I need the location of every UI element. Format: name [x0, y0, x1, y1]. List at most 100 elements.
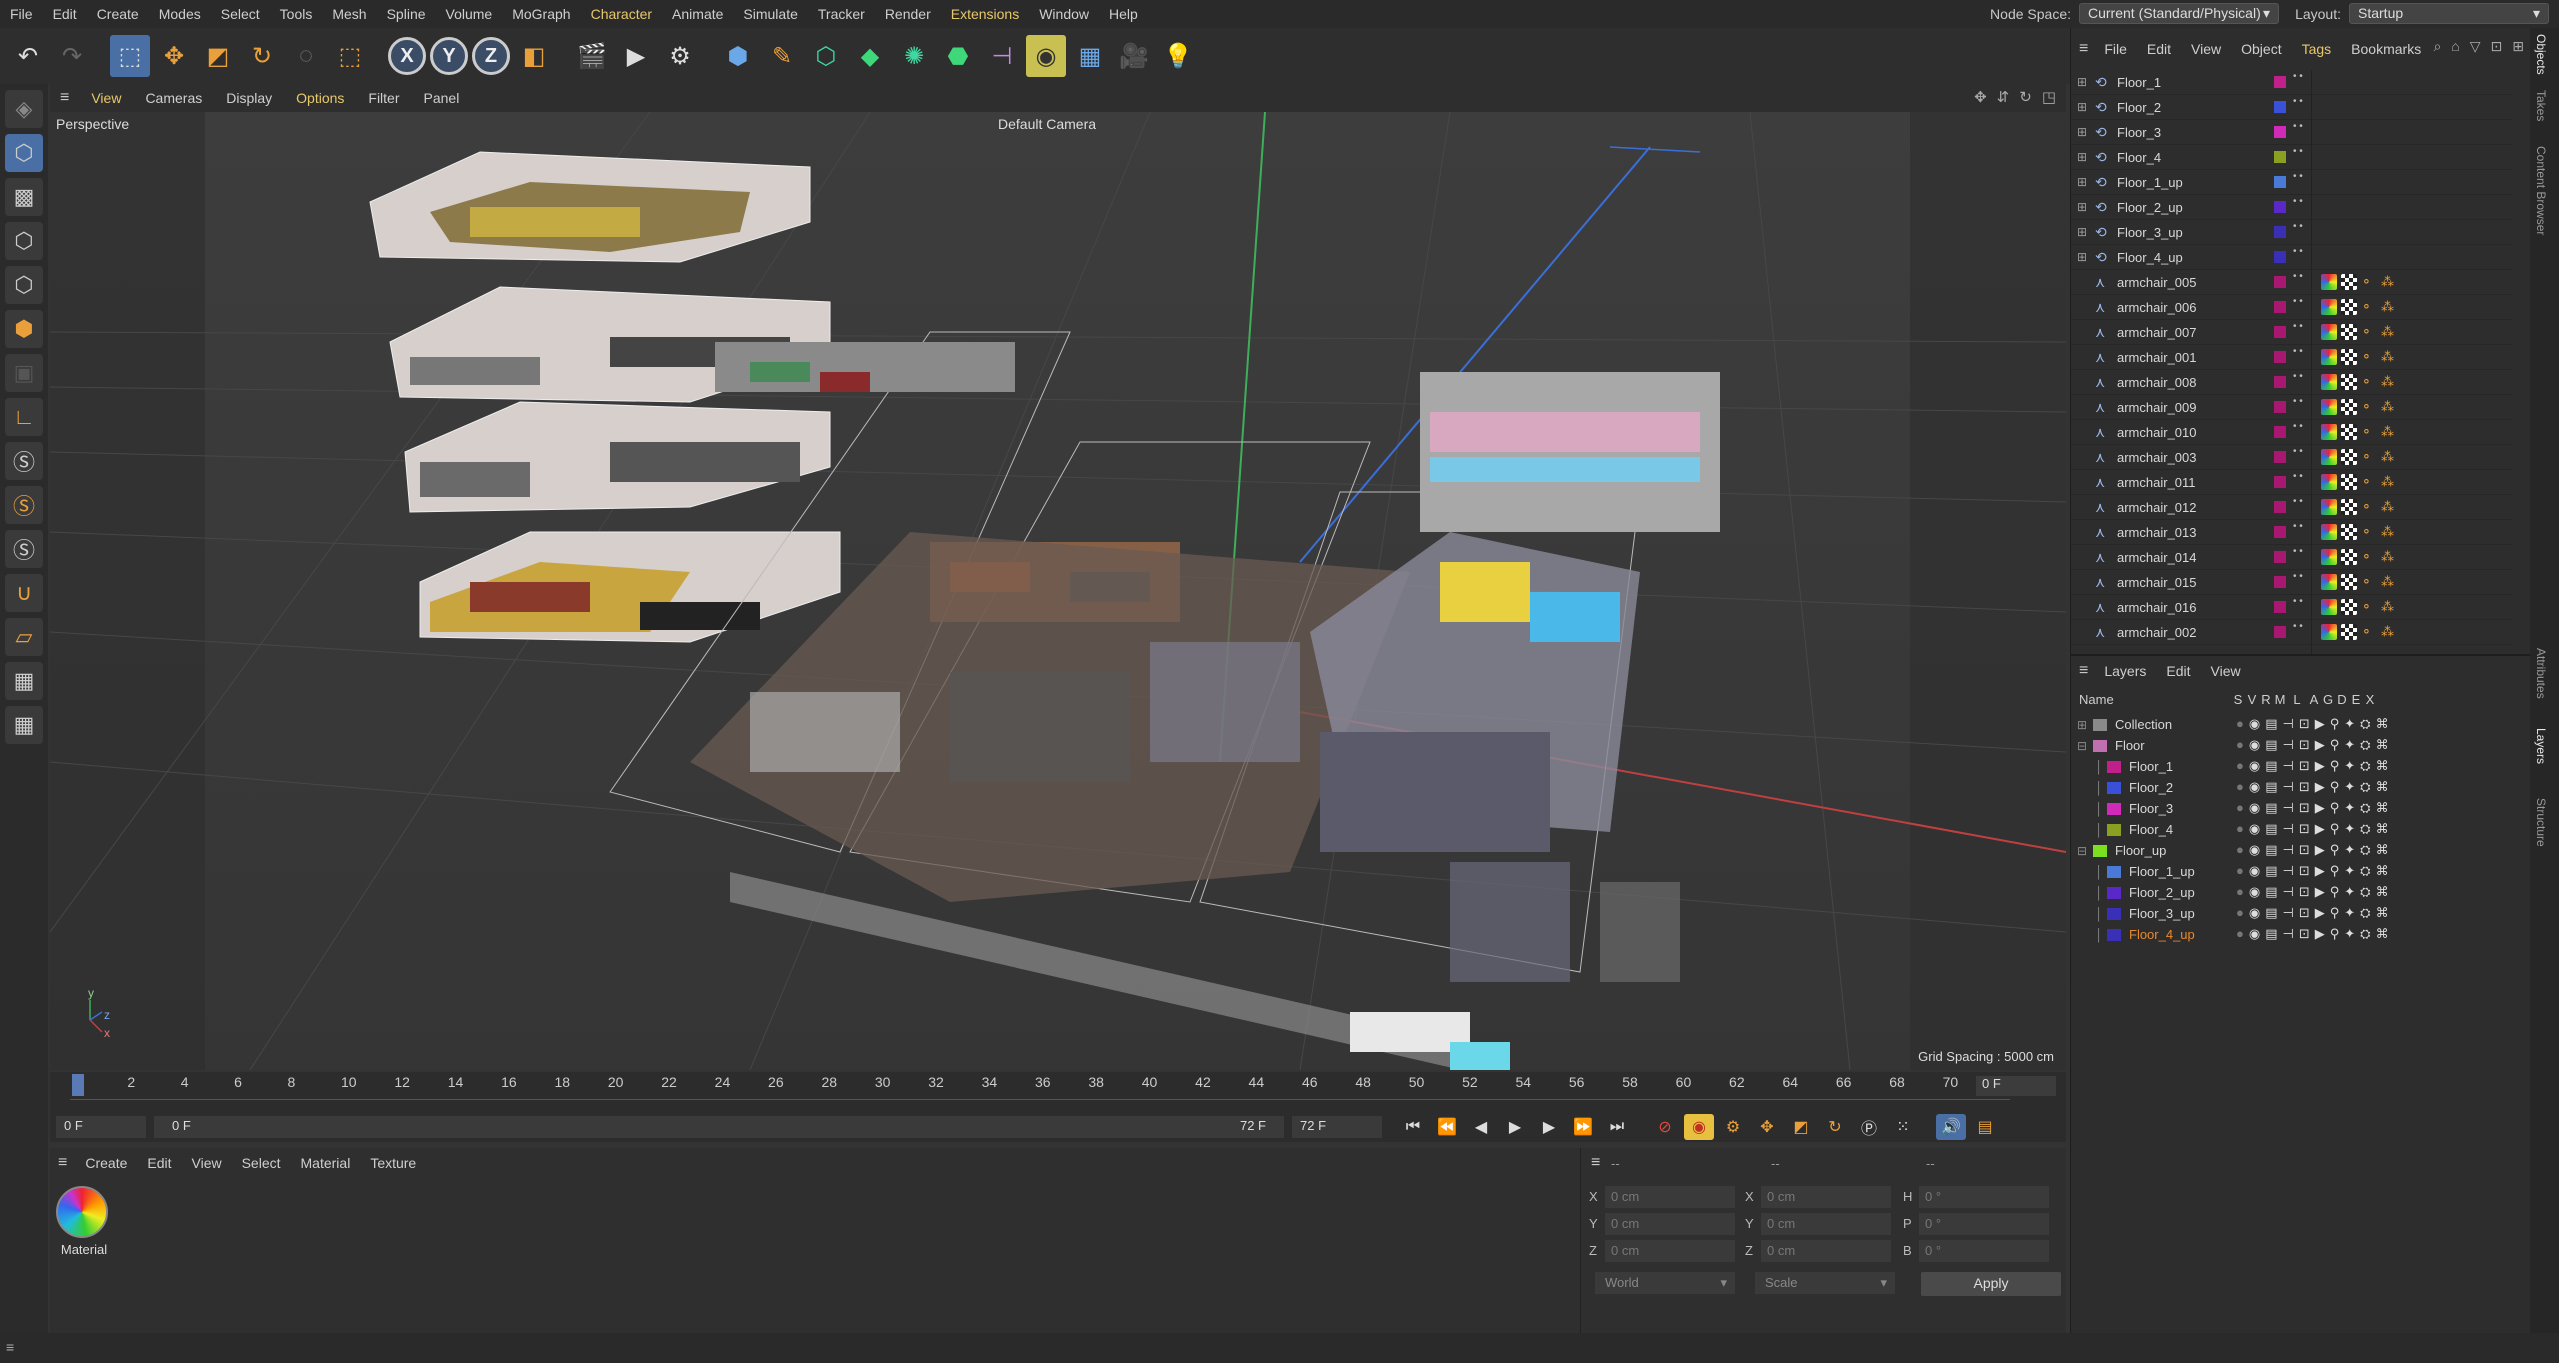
phong-tag-icon[interactable]: ⚬ [2361, 474, 2377, 490]
menu-edit[interactable]: Edit [43, 6, 87, 22]
previous-frame-icon[interactable]: ◀ [1466, 1114, 1496, 1140]
keyframe-selection-icon[interactable]: ⚙ [1718, 1114, 1748, 1140]
layer-color-swatch[interactable] [2274, 501, 2286, 513]
deformer-icon[interactable]: ✦ [2344, 884, 2355, 900]
eye-icon[interactable]: ◉ [2249, 800, 2260, 816]
xref-icon[interactable]: ⌘ [2376, 863, 2389, 879]
z-axis-lock-button[interactable]: Z [472, 37, 510, 75]
layer-row[interactable]: │ Floor_3 ● ◉ ▤ ⊣ ⊡ ▶ ⚲ ✦ ⛭ ⌘ [2071, 798, 2531, 819]
object-row[interactable]: ⋏ armchair_006 • • ⚬ ⁂ [2071, 295, 2513, 320]
texture-tag-icon[interactable]: ⁂ [2381, 349, 2397, 365]
material-tag-icon[interactable] [2321, 324, 2337, 340]
layer-name[interactable]: Floor_3_up [2129, 906, 2195, 921]
recent-tool-icon[interactable]: ◌ [286, 35, 326, 77]
3d-viewport[interactable]: Perspective Default Camera y z x Grid Sp… [50, 112, 2066, 1070]
manager-icon[interactable]: ⊣ [2283, 884, 2294, 900]
material-tag-icon[interactable] [2321, 574, 2337, 590]
material-menu-texture[interactable]: Texture [360, 1155, 426, 1171]
xref-icon[interactable]: ⌘ [2376, 758, 2389, 774]
layer-color-swatch[interactable] [2274, 476, 2286, 488]
solo-icon[interactable]: ● [2236, 821, 2244, 837]
uv-mode-icon[interactable]: ▣ [5, 354, 43, 392]
deformer-icon[interactable]: ✦ [2344, 716, 2355, 732]
visibility-dots-icon[interactable]: • • [2293, 472, 2303, 482]
object-menu-file[interactable]: File [2094, 41, 2137, 57]
manager-icon[interactable]: ⊣ [2283, 926, 2294, 942]
key-position-icon[interactable]: ✥ [1752, 1114, 1782, 1140]
viewport-menu-panel[interactable]: Panel [412, 90, 472, 106]
material-tag-icon[interactable] [2321, 624, 2337, 640]
model-mode-icon[interactable]: ◈ [5, 90, 43, 128]
layer-color-swatch[interactable] [2274, 526, 2286, 538]
layer-color-swatch[interactable] [2274, 576, 2286, 588]
quantize-icon[interactable]: ▦ [5, 706, 43, 744]
object-name[interactable]: armchair_002 [2117, 625, 2267, 640]
object-name[interactable]: Floor_3 [2117, 125, 2267, 140]
extrude-icon[interactable]: ◆ [850, 35, 890, 77]
texture-mode-icon[interactable]: ▩ [5, 178, 43, 216]
object-row[interactable]: ⋏ armchair_009 • • ⚬ ⁂ [2071, 395, 2513, 420]
coord-value-field[interactable]: 0 cm [1761, 1186, 1891, 1208]
eye-icon[interactable]: ◉ [2249, 737, 2260, 753]
expression-icon[interactable]: ⛭ [2360, 884, 2370, 900]
animation-icon[interactable]: ▶ [2315, 884, 2325, 900]
solo-icon[interactable]: ● [2236, 758, 2244, 774]
object-name[interactable]: armchair_015 [2117, 575, 2267, 590]
cloner-icon[interactable]: ✺ [894, 35, 934, 77]
x-axis-lock-button[interactable]: X [388, 37, 426, 75]
object-mode-icon[interactable]: ⬡ [5, 134, 43, 172]
layer-column-header[interactable]: S [2231, 692, 2245, 707]
selection-filter-icon[interactable]: ⬚ [330, 35, 370, 77]
menu-window[interactable]: Window [1029, 6, 1099, 22]
visibility-dots-icon[interactable]: • • [2293, 547, 2303, 557]
point-mode-icon[interactable]: ⬡ [5, 222, 43, 260]
move-icon[interactable]: ✥ [154, 35, 194, 77]
object-row[interactable]: ⋏ armchair_005 • • ⚬ ⁂ [2071, 270, 2513, 295]
texture-tag-icon[interactable]: ⁂ [2381, 524, 2397, 540]
texture-tag-icon[interactable]: ⁂ [2381, 624, 2397, 640]
scale-icon[interactable]: ◩ [198, 35, 238, 77]
expand-icon[interactable]: ⊟ [2077, 739, 2093, 753]
animation-icon[interactable]: ▶ [2315, 905, 2325, 921]
workplane-icon[interactable]: ▱ [5, 618, 43, 656]
object-menu-view[interactable]: View [2181, 41, 2231, 57]
layer-row[interactable]: │ Floor_2 ● ◉ ▤ ⊣ ⊡ ▶ ⚲ ✦ ⛭ ⌘ [2071, 777, 2531, 798]
visibility-dots-icon[interactable]: • • [2293, 522, 2303, 532]
coord-value-field[interactable]: 0 cm [1761, 1240, 1891, 1262]
phong-tag-icon[interactable]: ⚬ [2361, 324, 2377, 340]
lock-icon[interactable]: ⊡ [2299, 863, 2310, 879]
expand-icon[interactable]: ⊞ [2077, 175, 2091, 189]
visibility-dots-icon[interactable]: • • [2293, 422, 2303, 432]
object-name[interactable]: armchair_016 [2117, 600, 2267, 615]
autokey-icon[interactable]: ◉ [1684, 1114, 1714, 1140]
eye-icon[interactable]: ◉ [2249, 842, 2260, 858]
generator-icon[interactable]: ⚲ [2330, 842, 2340, 858]
animation-icon[interactable]: ▶ [2315, 779, 2325, 795]
lock-icon[interactable]: ⊡ [2299, 884, 2310, 900]
object-name[interactable]: armchair_003 [2117, 450, 2267, 465]
expand-icon[interactable]: ⊞ [2077, 250, 2091, 264]
record-off-icon[interactable]: ⊘ [1650, 1114, 1680, 1140]
phong-tag-icon[interactable]: ⚬ [2361, 299, 2377, 315]
uvw-tag-icon[interactable] [2341, 274, 2357, 290]
layer-column-header[interactable]: V [2245, 692, 2259, 707]
side-tab-takes[interactable]: Takes [2534, 90, 2548, 121]
lock-icon[interactable]: ⊡ [2299, 716, 2310, 732]
manager-icon[interactable]: ⊣ [2283, 800, 2294, 816]
toggle-view-icon[interactable]: ◳ [2042, 88, 2056, 106]
texture-tag-icon[interactable]: ⁂ [2381, 474, 2397, 490]
menu-render[interactable]: Render [875, 6, 941, 22]
expression-icon[interactable]: ⛭ [2360, 905, 2370, 921]
deformer-icon[interactable]: ✦ [2344, 842, 2355, 858]
object-row[interactable]: ⋏ armchair_010 • • ⚬ ⁂ [2071, 420, 2513, 445]
object-name[interactable]: armchair_014 [2117, 550, 2267, 565]
solo-icon[interactable]: ● [2236, 884, 2244, 900]
layer-name[interactable]: Floor [2115, 738, 2145, 753]
menu-file[interactable]: File [0, 6, 43, 22]
generator-icon[interactable]: ⚲ [2330, 716, 2340, 732]
render-icon[interactable]: ▤ [2265, 779, 2277, 795]
material-tag-icon[interactable] [2321, 349, 2337, 365]
layer-color-swatch[interactable] [2093, 739, 2107, 752]
material-name[interactable]: Material [54, 1242, 114, 1257]
material-tag-icon[interactable] [2321, 599, 2337, 615]
